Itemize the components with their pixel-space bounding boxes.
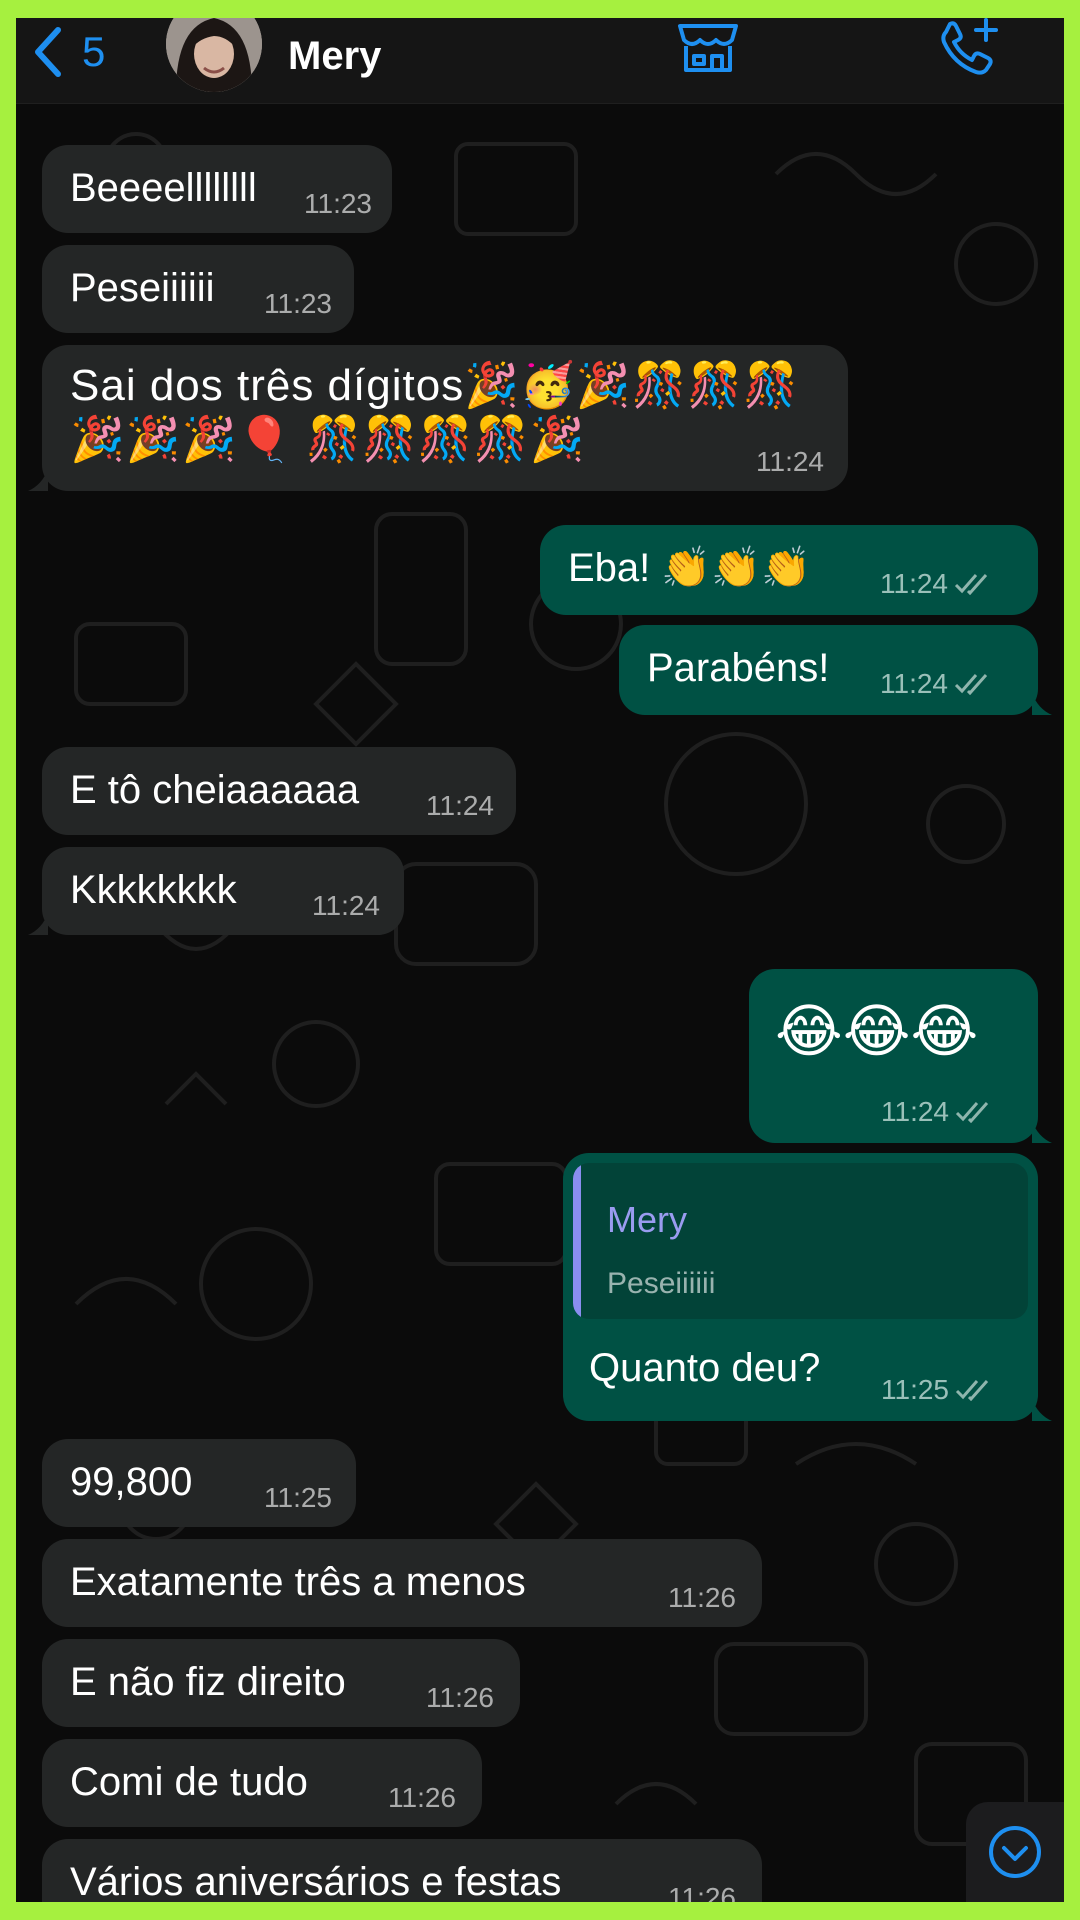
bubble-tail — [1032, 1121, 1052, 1143]
avatar[interactable] — [166, 18, 262, 92]
message-time: 11:24 — [880, 669, 990, 699]
scroll-to-bottom-button[interactable] — [966, 1802, 1064, 1902]
quoted-text: Peseiiiiii — [607, 1267, 716, 1300]
message-incoming[interactable]: E não fiz direito 11:26 — [42, 1639, 520, 1727]
avatar-photo — [166, 18, 262, 92]
message-incoming[interactable]: Exatamente três a menos 11:26 — [42, 1539, 762, 1627]
message-text: Comi de tudo — [70, 1760, 308, 1804]
message-time: 11:24 — [312, 890, 380, 921]
message-time: 11:23 — [304, 188, 372, 219]
message-time: 11:24 — [880, 569, 990, 599]
message-incoming[interactable]: Beeeellllllll 11:23 — [42, 145, 392, 233]
message-text: Sai dos três dígitos🎉🥳🎉🎊🎊🎊 — [70, 361, 799, 410]
bubble-tail — [1032, 693, 1052, 715]
message-text: Vários aniversários e festas — [70, 1860, 562, 1902]
message-text: Peseiiiiii — [70, 266, 215, 310]
message-incoming[interactable]: 99,800 11:25 — [42, 1439, 356, 1527]
message-incoming[interactable]: Peseiiiiii 11:23 — [42, 245, 354, 333]
message-incoming[interactable]: Vários aniversários e festas 11:26 — [42, 1839, 762, 1902]
message-text: Parabéns! — [647, 646, 830, 690]
double-check-icon — [954, 674, 988, 695]
message-text: E tô cheiaaaaaa — [70, 768, 360, 812]
message-outgoing[interactable]: 😂😂😂 11:24 — [749, 969, 1052, 1143]
bubble-tail — [28, 469, 48, 491]
message-text-line2: 🎉🎉🎉🎈 🎊🎊🎊🎊🎉 — [70, 415, 586, 464]
message-time: 11:25 — [264, 1482, 332, 1513]
message-text: Eba! 👏👏👏 — [568, 546, 811, 590]
message-incoming[interactable]: Comi de tudo 11:26 — [42, 1739, 482, 1827]
message-time: 11:24 — [426, 790, 494, 821]
store-icon[interactable] — [676, 18, 740, 74]
chat-screen: 5 Mery Beeeellllllll 11:23 Peseiiiiii 11… — [16, 18, 1064, 1902]
contact-name[interactable]: Mery — [288, 18, 381, 94]
message-text: 99,800 — [70, 1460, 193, 1504]
message-text: E não fiz direito — [70, 1660, 346, 1704]
message-time: 11:24 — [756, 446, 824, 477]
message-incoming[interactable]: E tô cheiaaaaaa 11:24 — [42, 747, 516, 835]
message-text: Quanto deu? — [589, 1346, 821, 1390]
quote-accent-bar — [573, 1163, 581, 1319]
message-time: 11:25 — [881, 1375, 991, 1405]
message-time: 11:26 — [388, 1782, 456, 1813]
message-time: 11:26 — [668, 1882, 736, 1903]
unread-count: 5 — [82, 28, 106, 75]
message-time: 11:26 — [668, 1582, 736, 1613]
message-outgoing[interactable]: Parabéns! 11:24 — [619, 625, 1052, 715]
message-outgoing-reply[interactable]: Mery Peseiiiiii Quanto deu? 11:25 — [563, 1153, 1052, 1421]
bubble-tail — [1032, 1399, 1052, 1421]
add-call-icon[interactable] — [936, 18, 1006, 78]
message-time: 11:24 — [881, 1097, 991, 1127]
back-button[interactable]: 5 — [30, 24, 105, 80]
message-text: Kkkkkkkk — [70, 868, 237, 912]
message-emoji: 😂😂😂 — [775, 999, 979, 1064]
message-time: 11:26 — [426, 1682, 494, 1713]
chevron-down-icon — [989, 1826, 1041, 1878]
bubble-tail — [28, 913, 48, 935]
message-text: Exatamente três a menos — [70, 1560, 526, 1604]
quoted-sender: Mery — [607, 1199, 687, 1240]
quoted-message[interactable]: Mery Peseiiiiii — [573, 1163, 1028, 1319]
message-incoming[interactable]: Sai dos três dígitos🎉🥳🎉🎊🎊🎊 🎉🎉🎉🎈 🎊🎊🎊🎊🎉 11… — [28, 345, 848, 491]
message-outgoing[interactable]: Eba! 👏👏👏 11:24 — [540, 525, 1038, 615]
double-check-icon — [955, 1102, 989, 1123]
message-time: 11:23 — [264, 288, 332, 319]
message-incoming[interactable]: Kkkkkkkk 11:24 — [28, 847, 404, 935]
chat-header: 5 Mery — [16, 18, 1064, 104]
message-text: Beeeellllllll — [70, 166, 257, 210]
double-check-icon — [955, 1380, 989, 1401]
double-check-icon — [954, 574, 988, 595]
chevron-left-icon — [35, 27, 61, 77]
